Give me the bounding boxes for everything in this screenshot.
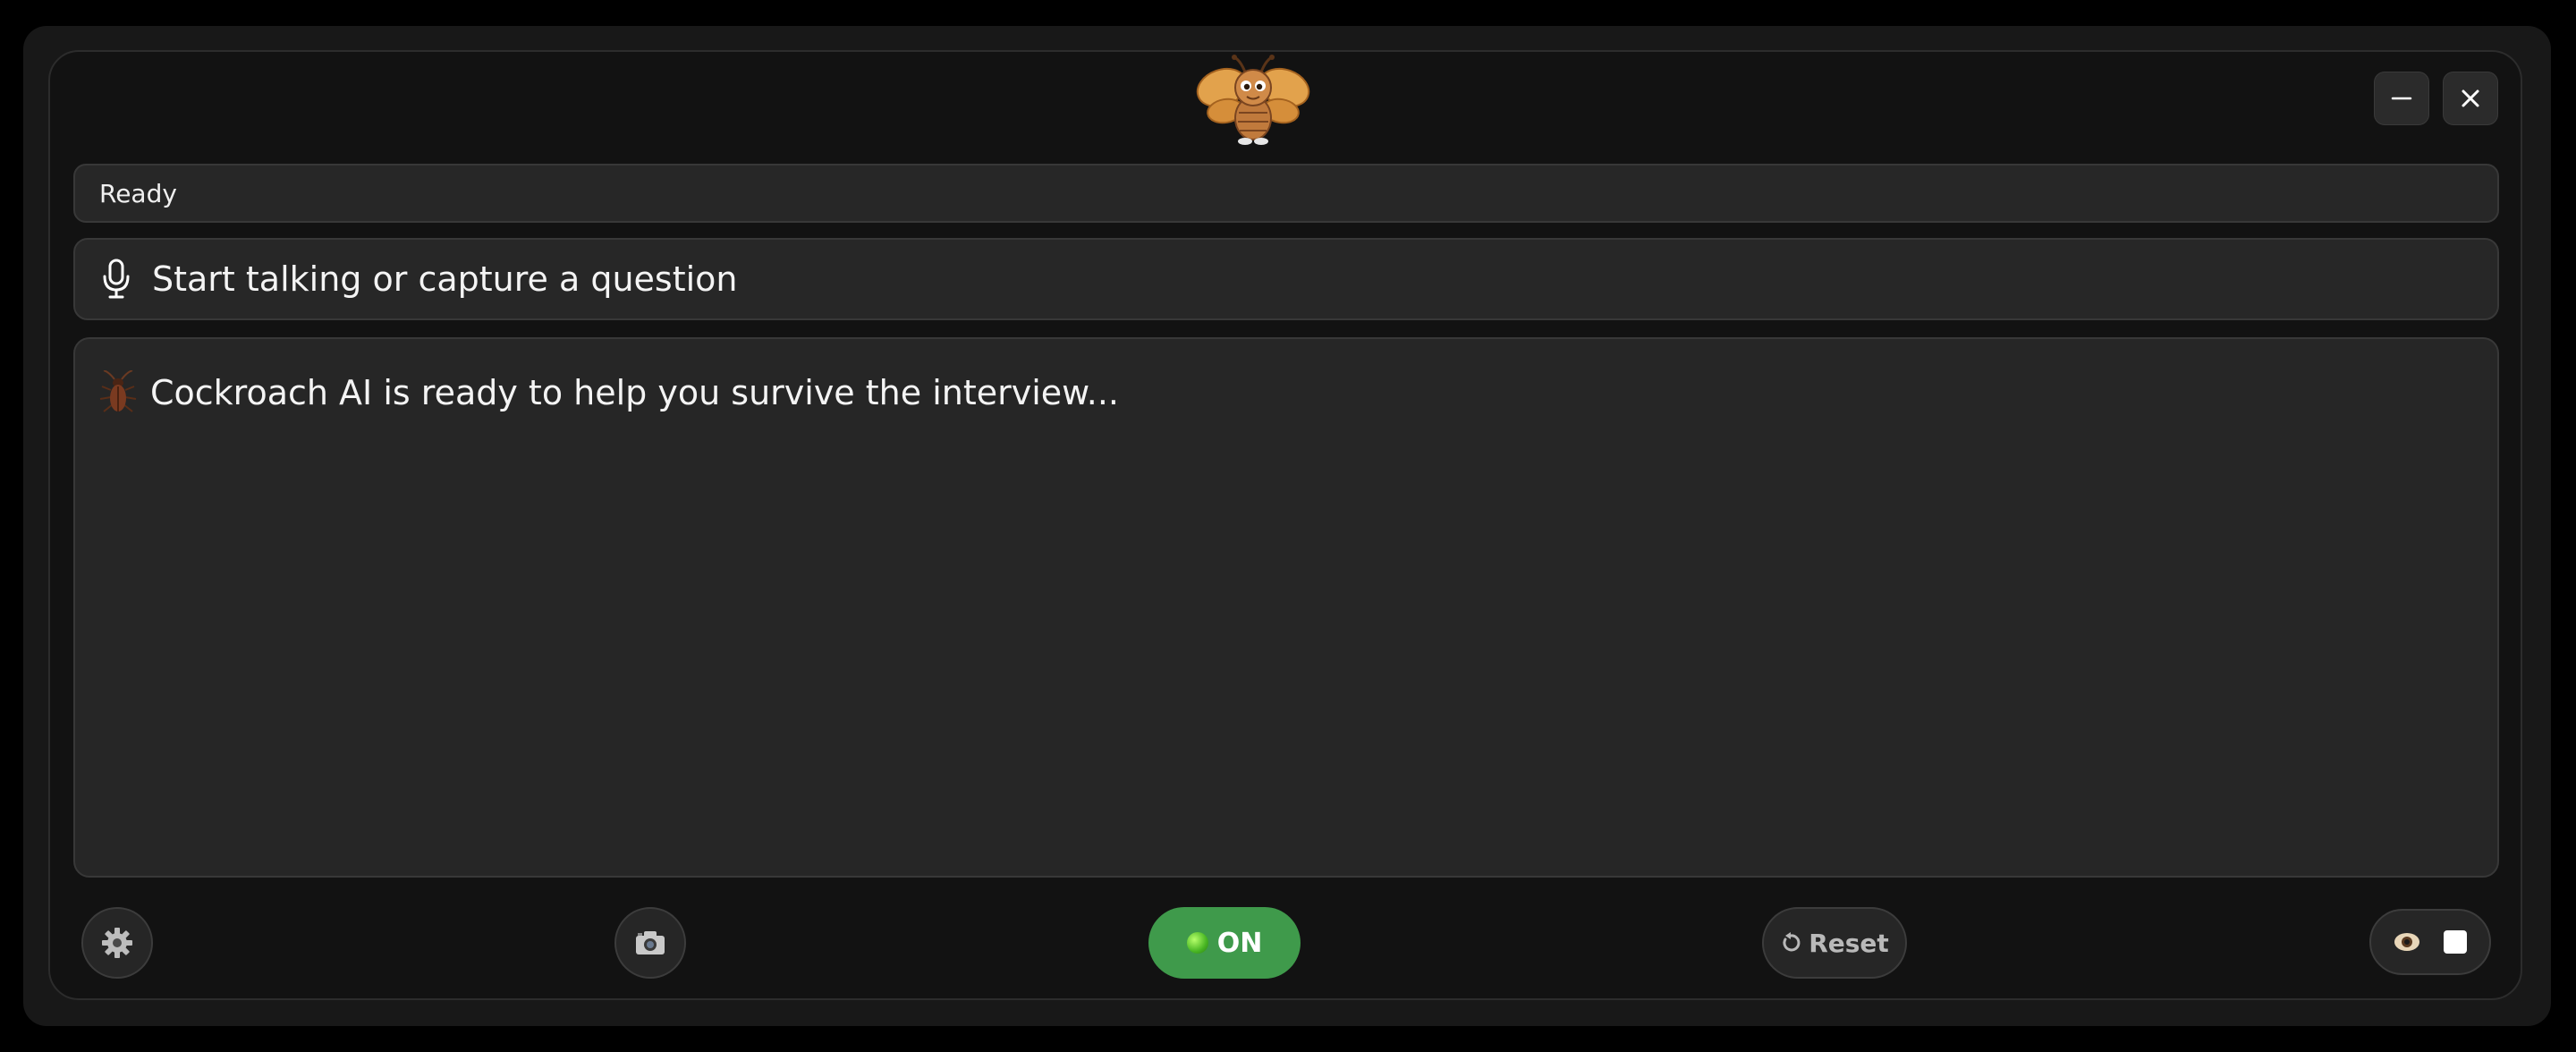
reset-button[interactable]: Reset [1762,907,1907,979]
response-text: Cockroach AI is ready to help you surviv… [150,373,1119,412]
close-icon [2462,89,2479,107]
close-button[interactable] [2443,72,2498,125]
capture-screenshot-button[interactable] [614,907,686,979]
cockroach-icon [98,369,138,415]
response-panel[interactable]: Cockroach AI is ready to help you surviv… [73,337,2499,878]
status-dot-icon [1186,932,1208,954]
toggle-label: ON [1216,927,1263,959]
status-bar: Ready [73,164,2499,223]
cockroach-mascot-logo [1196,55,1310,145]
response-message: Cockroach AI is ready to help you surviv… [98,368,2474,418]
voice-prompt-bar[interactable]: Start talking or capture a question [73,238,2499,320]
visibility-toggle-group [2369,909,2491,975]
prompt-text: Start talking or capture a question [152,259,738,299]
minimize-icon [2391,97,2412,100]
minimize-button[interactable] [2374,72,2429,125]
listening-toggle-button[interactable]: ON [1148,907,1301,979]
visibility-checkbox[interactable] [2444,930,2467,954]
camera-icon [636,931,665,954]
settings-button[interactable] [81,907,153,979]
status-text: Ready [99,178,177,208]
gear-icon [102,928,132,958]
microphone-icon [98,257,134,301]
eye-icon [2394,931,2420,953]
reset-label: Reset [1809,928,1889,958]
reset-icon [1783,932,1801,952]
